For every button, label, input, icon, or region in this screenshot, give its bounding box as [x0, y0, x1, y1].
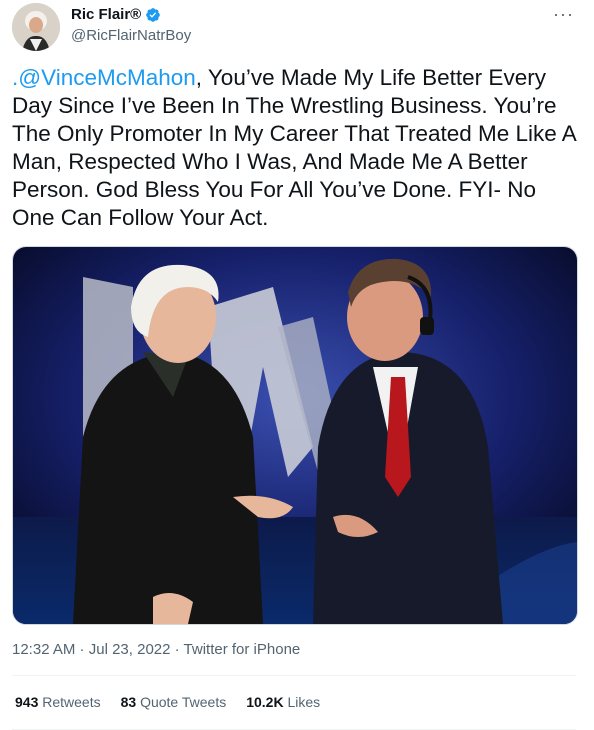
tweet-metadata: 12:32 AM · Jul 23, 2022 · Twitter for iP…	[12, 641, 300, 658]
divider	[12, 675, 576, 676]
tweet: Ric Flair® @RicFlairNatrBoy ··· .@VinceM…	[0, 0, 594, 730]
author-name-row[interactable]: Ric Flair®	[71, 6, 161, 23]
meta-separator: ·	[170, 641, 184, 658]
more-icon[interactable]: ···	[553, 4, 574, 25]
quote-tweets-stat[interactable]: 83 Quote Tweets	[121, 694, 227, 710]
mention-link[interactable]: .@VinceMcMahon	[12, 65, 196, 90]
retweets-label: Retweets	[42, 694, 101, 710]
tweet-time[interactable]: 12:32 AM	[12, 641, 75, 658]
quote-tweets-label: Quote Tweets	[140, 694, 227, 710]
tweet-date[interactable]: Jul 23, 2022	[89, 641, 171, 658]
quote-tweets-count: 83	[120, 694, 137, 710]
verified-badge-icon	[145, 7, 161, 23]
engagement-stats: 943 Retweets 83 Quote Tweets 10.2K Likes	[15, 694, 320, 710]
likes-stat[interactable]: 10.2K Likes	[246, 694, 320, 710]
tweet-source[interactable]: Twitter for iPhone	[184, 641, 301, 658]
likes-label: Likes	[287, 694, 321, 710]
retweets-count: 943	[15, 694, 39, 710]
tweet-photo[interactable]	[12, 246, 578, 625]
meta-separator: ·	[75, 641, 89, 658]
author-handle[interactable]: @RicFlairNatrBoy	[71, 27, 191, 44]
avatar[interactable]	[12, 3, 60, 51]
retweets-stat[interactable]: 943 Retweets	[15, 694, 101, 710]
tweet-text: .@VinceMcMahon, You’ve Made My Life Bett…	[12, 64, 584, 232]
author-display-name[interactable]: Ric Flair®	[71, 6, 141, 23]
likes-count: 10.2K	[246, 694, 284, 710]
